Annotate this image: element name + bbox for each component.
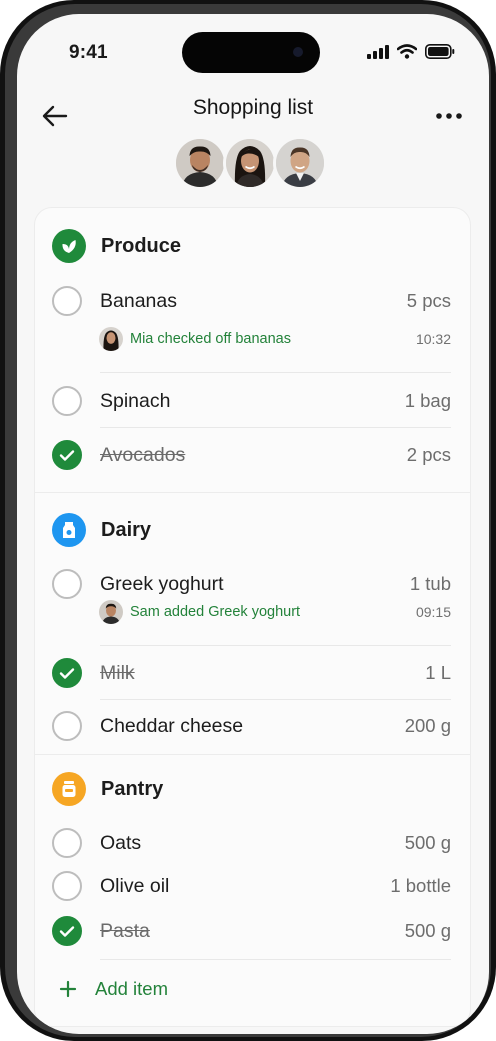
item-checkbox[interactable] xyxy=(52,871,82,901)
more-horizontal-icon xyxy=(436,113,462,119)
item-quantity: 1 bottle xyxy=(390,875,451,896)
wifi-icon xyxy=(397,44,417,59)
avatar[interactable] xyxy=(223,136,277,190)
man-avatar xyxy=(99,600,123,624)
item-checkbox[interactable] xyxy=(52,286,82,316)
item-quantity: 1 L xyxy=(425,662,451,683)
category-badge xyxy=(52,772,86,806)
add-item-button[interactable]: Add item xyxy=(59,972,168,1006)
item-name: Milk xyxy=(100,661,135,684)
list-item[interactable]: Bananas 5 pcs xyxy=(52,284,451,318)
battery-icon xyxy=(425,44,455,59)
item-name: Greek yoghurt xyxy=(100,572,224,595)
phone-bezel: 9:41 Shopping list Produce Bananas 5 pcs… xyxy=(5,4,491,1037)
item-quantity: 200 g xyxy=(404,715,451,736)
divider xyxy=(100,959,451,960)
item-checkbox[interactable] xyxy=(52,386,82,416)
section-title: Dairy xyxy=(101,518,152,541)
phone-frame: 9:41 Shopping list Produce Bananas 5 pcs… xyxy=(0,0,496,1041)
item-quantity: 500 g xyxy=(404,920,451,941)
section-divider xyxy=(35,754,470,755)
item-name: Olive oil xyxy=(100,874,170,897)
section-header-pantry[interactable]: Pantry xyxy=(52,771,163,807)
list-item[interactable]: Spinach 1 bag xyxy=(52,384,451,418)
section-header-produce[interactable]: Produce xyxy=(52,228,181,264)
item-quantity: 2 pcs xyxy=(406,444,451,465)
activity-note: Sam added Greek yoghurt 09:15 xyxy=(99,599,451,625)
more-options-button[interactable] xyxy=(429,98,469,134)
item-checkbox[interactable] xyxy=(52,828,82,858)
item-name: Oats xyxy=(100,831,142,854)
item-checkbox[interactable] xyxy=(52,569,82,599)
status-time: 9:41 xyxy=(69,42,108,63)
jar-icon xyxy=(62,781,76,797)
woman-avatar xyxy=(99,327,123,351)
item-quantity: 1 bag xyxy=(404,390,451,411)
checkmark-icon xyxy=(59,449,75,461)
divider xyxy=(100,645,451,646)
activity-time: 10:32 xyxy=(415,331,451,347)
list-item[interactable]: Milk 1 L xyxy=(52,656,451,690)
man-avatar xyxy=(276,139,324,187)
shopping-list-card: Produce Bananas 5 pcs Mia checked off ba… xyxy=(34,207,471,1027)
item-checkbox-checked[interactable] xyxy=(52,440,82,470)
divider xyxy=(100,699,451,700)
dynamic-island xyxy=(182,32,320,73)
list-item[interactable]: Pasta 500 g xyxy=(52,914,451,948)
category-badge xyxy=(52,229,86,263)
list-item[interactable]: Avocados 2 pcs xyxy=(52,438,451,472)
checkmark-icon xyxy=(59,925,75,937)
page-title: Shopping list xyxy=(192,96,314,119)
item-name: Spinach xyxy=(100,389,171,412)
list-item[interactable]: Oats 500 g xyxy=(52,826,451,860)
shared-members[interactable] xyxy=(173,136,327,190)
avatar[interactable] xyxy=(273,136,327,190)
section-title: Produce xyxy=(101,234,182,257)
item-name: Pasta xyxy=(100,919,150,942)
list-item[interactable]: Cheddar cheese 200 g xyxy=(52,709,451,743)
section-title: Pantry xyxy=(101,777,164,800)
activity-text: Sam added Greek yoghurt xyxy=(130,604,301,620)
section-header-dairy[interactable]: Dairy xyxy=(52,512,151,548)
item-checkbox[interactable] xyxy=(52,711,82,741)
item-quantity: 5 pcs xyxy=(406,290,451,311)
section-divider xyxy=(35,492,470,493)
item-quantity: 1 tub xyxy=(409,573,451,594)
activity-text: Mia checked off bananas xyxy=(130,331,291,347)
man-avatar xyxy=(176,139,224,187)
category-badge xyxy=(52,513,86,547)
plus-icon xyxy=(59,980,77,998)
item-checkbox-checked[interactable] xyxy=(52,916,82,946)
activity-time: 09:15 xyxy=(415,604,451,620)
item-name: Cheddar cheese xyxy=(100,714,244,737)
checkmark-icon xyxy=(59,667,75,679)
avatar xyxy=(99,327,123,351)
list-item[interactable]: Olive oil 1 bottle xyxy=(52,869,451,903)
cellular-signal-icon xyxy=(367,44,389,59)
item-name: Bananas xyxy=(100,289,177,312)
item-name: Avocados xyxy=(100,443,186,466)
status-icons xyxy=(367,44,455,59)
activity-note: Mia checked off bananas 10:32 xyxy=(99,326,451,352)
milk-carton-icon xyxy=(63,522,75,538)
woman-avatar xyxy=(226,139,274,187)
avatar xyxy=(99,600,123,624)
camera-icon xyxy=(293,47,303,57)
add-item-label: Add item xyxy=(95,978,169,999)
leaf-icon xyxy=(62,240,76,253)
item-checkbox-checked[interactable] xyxy=(52,658,82,688)
divider xyxy=(100,427,451,428)
divider xyxy=(100,372,451,373)
item-quantity: 500 g xyxy=(404,832,451,853)
avatar[interactable] xyxy=(173,136,227,190)
list-item[interactable]: Greek yoghurt 1 tub xyxy=(52,567,451,601)
screen: 9:41 Shopping list Produce Bananas 5 pcs… xyxy=(17,14,489,1034)
